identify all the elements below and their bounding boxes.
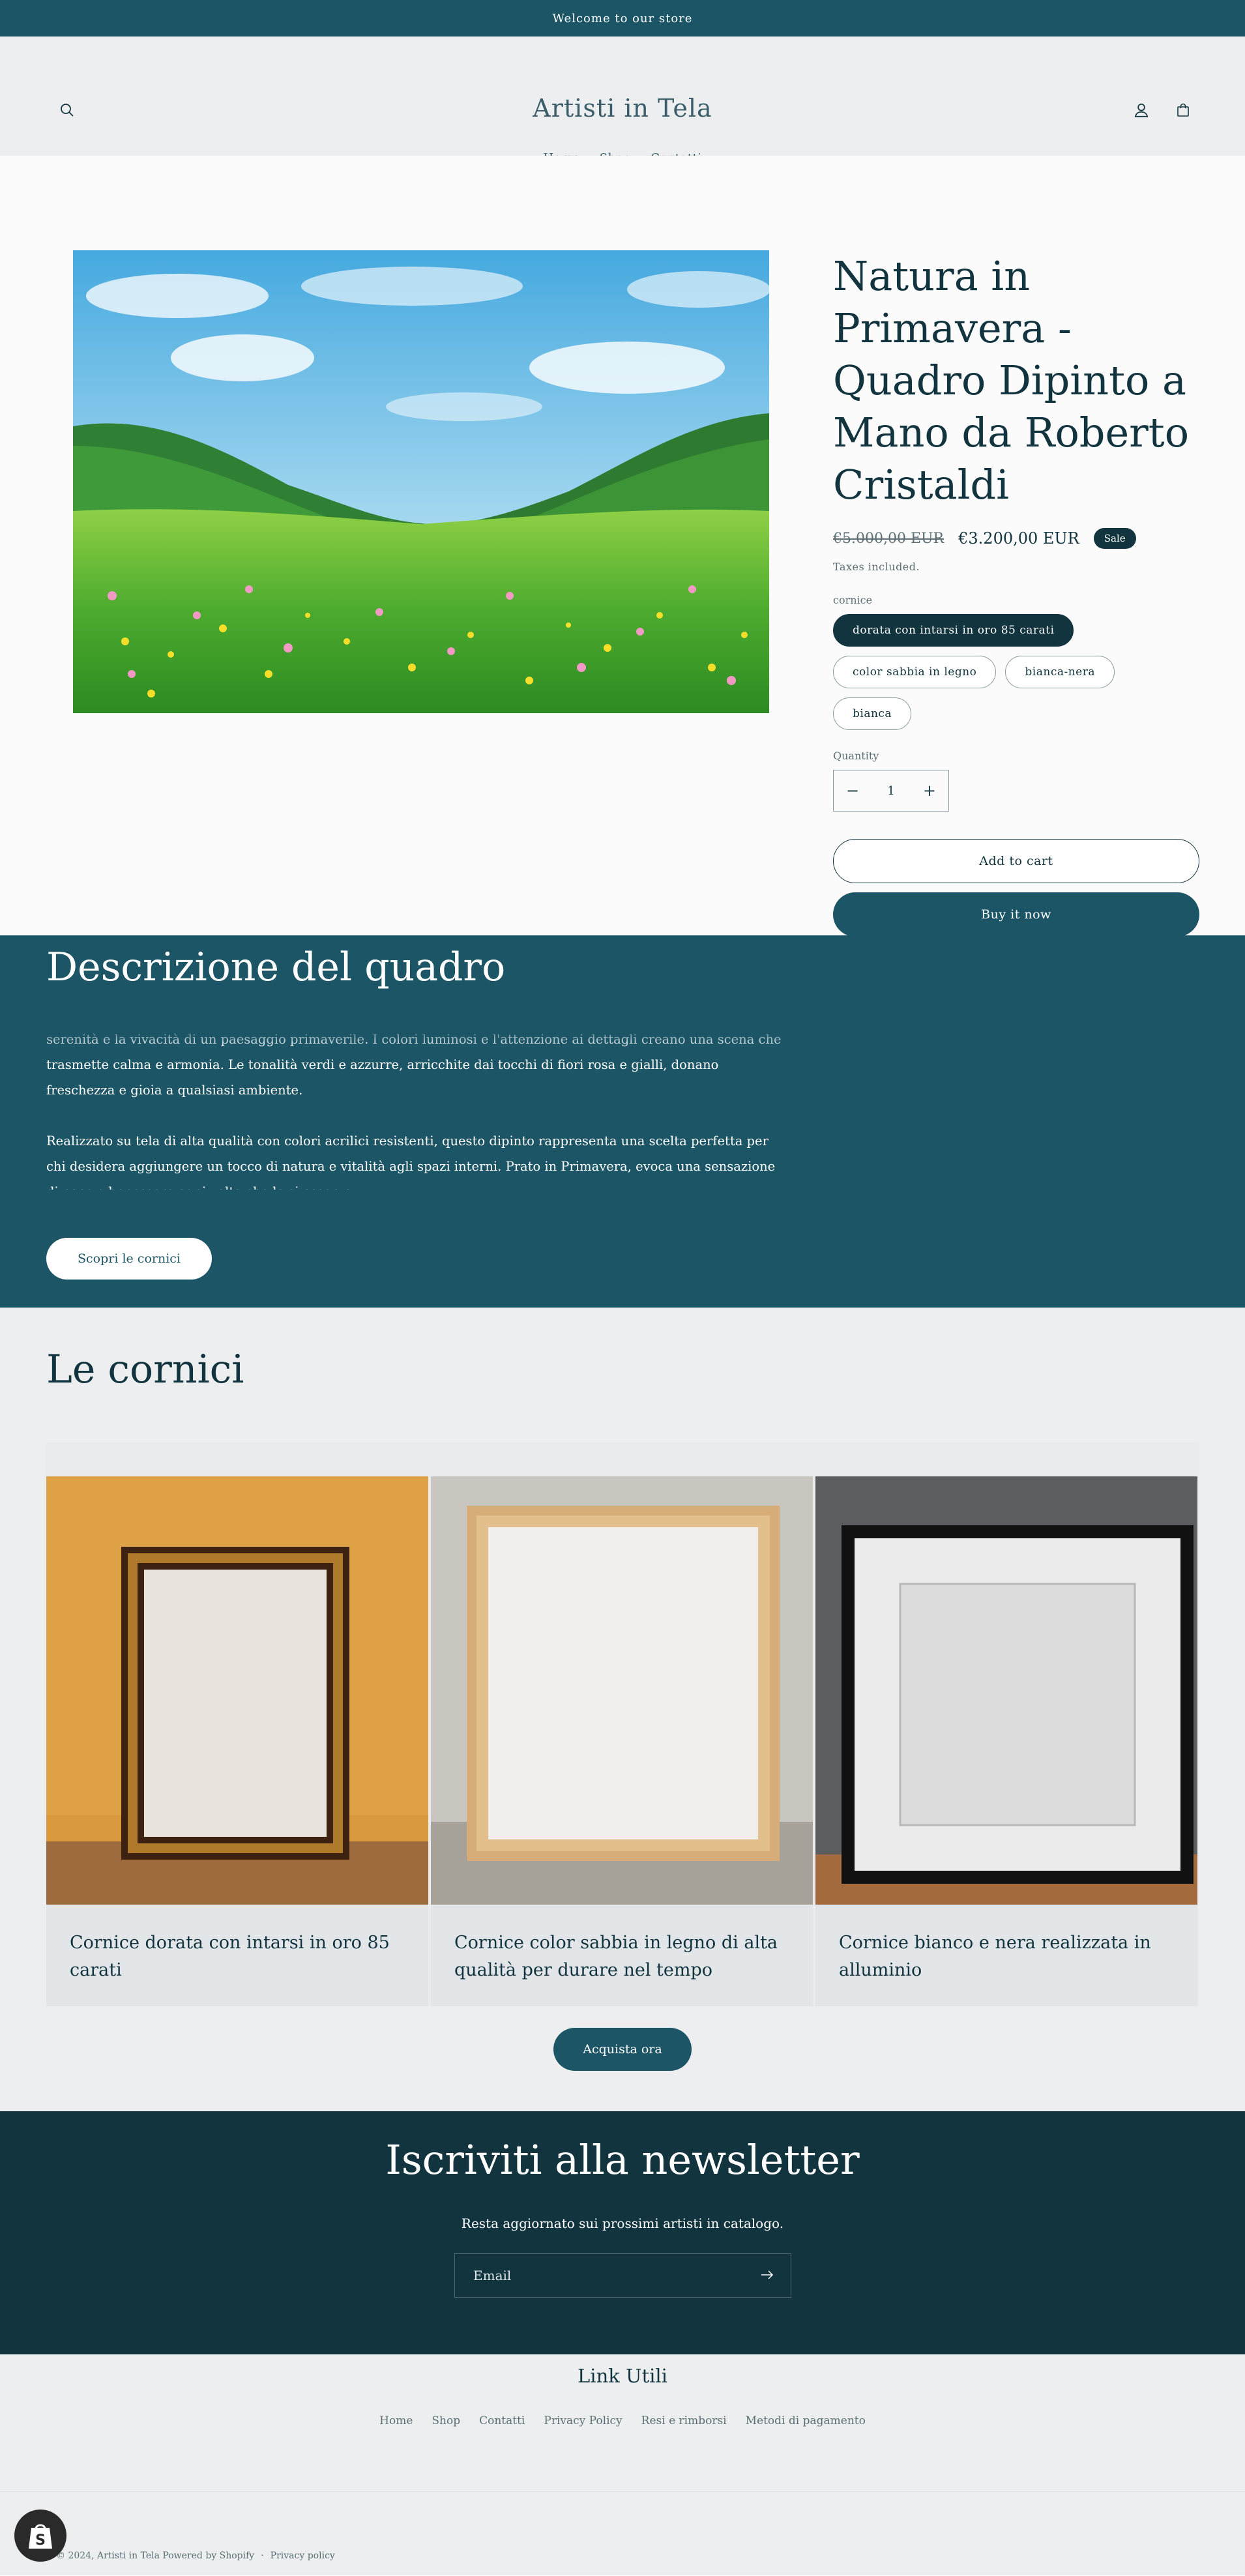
- buy-now-button[interactable]: Buy it now: [833, 892, 1199, 937]
- product-image[interactable]: [73, 250, 769, 713]
- quantity-label: Quantity: [833, 750, 879, 762]
- description-paragraph-2: Realizzato su tela di alta qualità con c…: [46, 1134, 776, 1190]
- footer-divider: [0, 2491, 1245, 2492]
- product-info: Natura in Primavera - Quadro Dipinto a M…: [833, 250, 1199, 937]
- newsletter-subtitle: Resta aggiornato sui prossimi artisti in…: [461, 2216, 784, 2231]
- option-dorata[interactable]: dorata con intarsi in oro 85 carati: [833, 614, 1074, 647]
- shopify-bag-icon[interactable]: S: [14, 2510, 66, 2562]
- newsletter-form: [454, 2253, 791, 2298]
- footer-link-shop[interactable]: Shop: [432, 2414, 460, 2427]
- description-section: Descrizione del quadro serenità e la viv…: [0, 935, 1245, 1308]
- frame-option-label: cornice: [833, 594, 873, 606]
- frame-card-wood[interactable]: Cornice color sabbia in legno di alta qu…: [431, 1476, 813, 2006]
- announcement-text: Welcome to our store: [552, 11, 693, 25]
- privacy-policy-link[interactable]: Privacy policy: [271, 2551, 335, 2561]
- frame-caption-wood: Cornice color sabbia in legno di alta qu…: [454, 1933, 778, 1980]
- quantity-decrease-button[interactable]: −: [834, 782, 872, 800]
- price-sale: €3.200,00 EUR: [958, 529, 1079, 548]
- email-field[interactable]: [473, 2268, 734, 2283]
- quantity-value[interactable]: 1: [887, 784, 894, 798]
- arrow-right-icon[interactable]: [761, 2270, 774, 2282]
- footer-link-metodi-pagamento[interactable]: Metodi di pagamento: [746, 2414, 866, 2427]
- product-title: Natura in Primavera - Quadro Dipinto a M…: [833, 252, 1190, 508]
- site-footer: Link Utili Home Shop Contatti Privacy Po…: [0, 2354, 1245, 2575]
- option-color-sabbia[interactable]: color sabbia in legno: [833, 656, 997, 688]
- frame-card-gold[interactable]: Cornice dorata con intarsi in oro 85 car…: [46, 1476, 428, 2006]
- footer-link-privacy-policy[interactable]: Privacy Policy: [544, 2414, 622, 2427]
- buy-now-frames-button[interactable]: Acquista ora: [553, 2028, 692, 2071]
- newsletter-section: Iscriviti alla newsletter Resta aggiorna…: [0, 2111, 1245, 2354]
- frame-options: dorata con intarsi in oro 85 carati colo…: [833, 614, 1199, 730]
- frame-image-black-white: [815, 1476, 1197, 1905]
- price-original: €5.000,00 EUR: [833, 530, 945, 547]
- frame-caption-black-white: Cornice bianco e nera realizzata in allu…: [839, 1933, 1151, 1980]
- option-bianca[interactable]: bianca: [833, 697, 912, 730]
- sale-badge: Sale: [1093, 528, 1136, 549]
- account-icon[interactable]: [1130, 99, 1152, 121]
- copyright: © 2024, Artisti in Tela Powered by Shopi…: [56, 2551, 335, 2561]
- product-section: Natura in Primavera - Quadro Dipinto a M…: [0, 156, 1245, 937]
- discover-frames-button[interactable]: Scopri le cornici: [46, 1238, 212, 1280]
- announcement-bar: Welcome to our store: [0, 0, 1245, 37]
- footer-title: Link Utili: [578, 2365, 667, 2387]
- frames-section: Le cornici Cornice dorata con intarsi in…: [0, 1308, 1245, 2111]
- frame-image-wood: [431, 1476, 813, 1905]
- footer-links: Home Shop Contatti Privacy Policy Resi e…: [0, 2414, 1245, 2427]
- footer-link-contatti[interactable]: Contatti: [479, 2414, 525, 2427]
- frame-image-gold: [46, 1476, 428, 1905]
- quantity-stepper: − 1 +: [833, 770, 949, 812]
- frames-title: Le cornici: [46, 1347, 244, 1392]
- site-header: Artisti in Tela Home Shop Contatti: [0, 37, 1245, 165]
- cart-icon[interactable]: [1172, 99, 1194, 121]
- description-title: Descrizione del quadro: [46, 944, 506, 990]
- frame-card-black-white[interactable]: Cornice bianco e nera realizzata in allu…: [815, 1476, 1197, 2006]
- taxes-note: Taxes included.: [833, 561, 920, 573]
- newsletter-title: Iscriviti alla newsletter: [385, 2136, 860, 2184]
- copyright-text: © 2024, Artisti in Tela Powered by Shopi…: [56, 2551, 255, 2561]
- svg-text:S: S: [35, 2532, 46, 2549]
- footer-link-home[interactable]: Home: [379, 2414, 413, 2427]
- site-logo[interactable]: Artisti in Tela: [0, 94, 1245, 123]
- frame-caption-gold: Cornice dorata con intarsi in oro 85 car…: [70, 1933, 390, 1980]
- option-bianca-nera[interactable]: bianca-nera: [1005, 656, 1115, 688]
- description-text[interactable]: serenità e la vivacità di un paesaggio p…: [46, 1027, 783, 1190]
- copyright-separator: ·: [261, 2551, 264, 2561]
- quantity-increase-button[interactable]: +: [911, 782, 948, 800]
- price-row: €5.000,00 EUR €3.200,00 EUR Sale: [833, 528, 1199, 549]
- add-to-cart-button[interactable]: Add to cart: [833, 839, 1199, 883]
- frames-grid: Cornice dorata con intarsi in oro 85 car…: [46, 1442, 1199, 2006]
- footer-link-resi-rimborsi[interactable]: Resi e rimborsi: [641, 2414, 727, 2427]
